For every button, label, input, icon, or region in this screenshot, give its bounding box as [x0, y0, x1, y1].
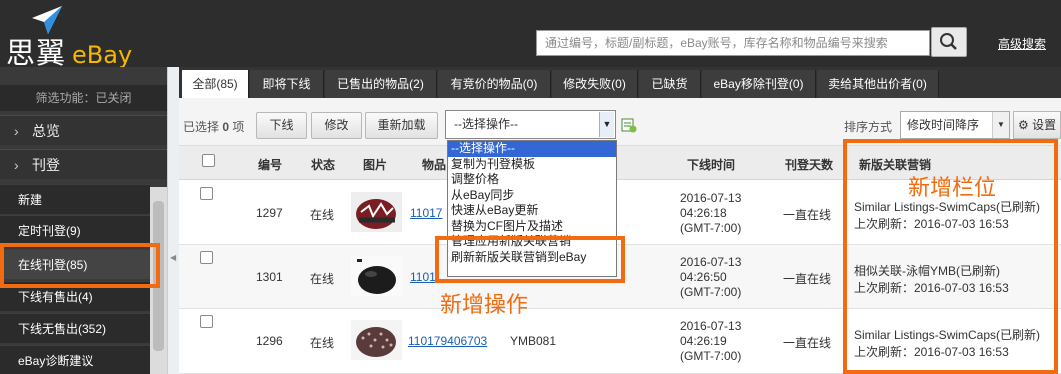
tab-ending-soon[interactable]: 即将下线	[250, 70, 324, 98]
row-checkbox[interactable]	[200, 315, 213, 328]
sidebar-group-label: 刊登	[32, 157, 60, 173]
gear-icon: ⚙	[1018, 118, 1029, 132]
operation-select[interactable]: --选择操作-- ▼	[445, 110, 616, 139]
row-status: 在线	[310, 336, 335, 350]
tab-all[interactable]: 全部(85)	[182, 70, 249, 98]
sidebar-item-offline-unsold[interactable]: 下线无售出(352)	[0, 313, 150, 343]
tab-with-bids[interactable]: 有竞价的物品(0)	[438, 70, 551, 98]
search-button[interactable]	[931, 27, 967, 57]
row-listing-days: 一直在线	[783, 208, 832, 222]
product-thumbnail[interactable]	[351, 256, 402, 296]
selected-number: 0	[222, 120, 230, 134]
brand-name: 思翼	[6, 36, 67, 70]
edit-button[interactable]: 修改	[311, 112, 362, 139]
tab-ebay-removed[interactable]: eBay移除刊登(0)	[702, 70, 816, 98]
row-offline-clock: 04:26:19	[680, 334, 727, 348]
brand-sub: eBay	[72, 41, 133, 69]
sidebar: 筛选功能：已关闭 › 总览 › 刊登 新建 定时刊登(9) 在线刊登(85) 下线有…	[0, 67, 167, 374]
offline-button[interactable]: 下线	[256, 112, 307, 139]
sidebar-item-ebay-diagnostics[interactable]: eBay诊断建议	[0, 345, 150, 374]
product-thumbnail[interactable]	[351, 192, 402, 232]
sidebar-item-new[interactable]: 新建	[0, 184, 150, 214]
row-checkbox[interactable]	[200, 251, 213, 264]
row-listing-days: 一直在线	[783, 336, 832, 350]
dropdown-option[interactable]: 复制为刊登模板	[448, 157, 616, 173]
col-item[interactable]: 物品	[422, 156, 446, 173]
dropdown-option[interactable]: 快速从eBay更新	[448, 203, 616, 219]
dropdown-option[interactable]: 调整价格	[448, 172, 616, 188]
search-icon	[940, 33, 957, 50]
sort-label: 排序方式	[844, 120, 893, 134]
row-status: 在线	[310, 208, 335, 222]
tab-sold[interactable]: 已售出的物品(2)	[325, 70, 437, 98]
select-all-checkbox[interactable]	[202, 154, 215, 167]
item-number-link[interactable]: 1101	[410, 270, 436, 284]
sidebar-group-listing[interactable]: › 刊登	[0, 149, 167, 179]
row-listing-days: 一直在线	[783, 272, 832, 286]
reload-button[interactable]: 重新加载	[365, 112, 438, 139]
row-checkbox[interactable]	[200, 187, 213, 200]
settings-label: 设置	[1032, 118, 1057, 132]
chevron-right-icon: ›	[14, 123, 19, 139]
search-input[interactable]: 通过编号，标题/副标题，eBay账号，库存名称和物品编号来搜索	[536, 30, 930, 56]
sort-select[interactable]: 修改时间降序 ▼	[900, 111, 1010, 139]
sidebar-item-scheduled[interactable]: 定时刊登(9)	[0, 215, 150, 245]
item-number-link[interactable]: 110179406703	[408, 334, 487, 348]
collapse-arrow-icon[interactable]: ◀	[170, 253, 177, 267]
row-offline-clock: 04:26:18	[680, 206, 727, 220]
row-offline-zone: (GMT-7:00)	[680, 349, 742, 363]
sidebar-splitter[interactable]: ◀	[167, 67, 179, 374]
row-offline-date: 2016-07-13	[680, 319, 742, 333]
filter-status[interactable]: 筛选功能：已关闭	[0, 85, 167, 111]
col-offline-time[interactable]: 下线时间	[687, 156, 735, 173]
dropdown-arrow-icon[interactable]: ▼	[599, 112, 614, 137]
settings-button[interactable]: ⚙ 设置	[1013, 111, 1061, 139]
row-offline-zone: (GMT-7:00)	[680, 221, 742, 235]
row-offline-clock: 04:26:50	[680, 270, 727, 284]
dropdown-option[interactable]: --选择操作--	[448, 141, 616, 157]
product-thumbnail[interactable]	[351, 320, 402, 360]
item-number-link[interactable]: 11017	[410, 206, 442, 220]
col-listing-days[interactable]: 刊登天数	[785, 156, 833, 173]
operation-select-value: --选择操作--	[454, 117, 518, 131]
row-status: 在线	[310, 272, 335, 286]
chevron-right-icon: ›	[14, 157, 19, 173]
row-sku: YMB081	[510, 334, 557, 348]
selected-count: 已选择 0 项	[183, 118, 244, 135]
row-id: 1297	[256, 206, 283, 220]
brand-logo[interactable]: 思翼 eBay	[6, 30, 132, 72]
tab-second-chance[interactable]: 卖给其他出价者(0)	[817, 70, 939, 98]
selected-prefix: 已选择	[183, 120, 220, 134]
sidebar-group-label: 总览	[32, 123, 60, 139]
annotation-new-column: 新增栏位	[908, 176, 997, 201]
tab-bar: 全部(85) 即将下线 已售出的物品(2) 有竞价的物品(0) 修改失败(0) …	[179, 67, 1061, 98]
dropdown-option[interactable]: 从eBay同步	[448, 188, 616, 204]
annotation-new-operation: 新增操作	[440, 293, 529, 318]
highlight-box-operations	[435, 236, 625, 283]
dropdown-option[interactable]: 替换为CF图片及描述	[448, 219, 616, 235]
advanced-search-link[interactable]: 高级搜索	[998, 35, 1046, 52]
tab-failed-edits[interactable]: 修改失败(0)	[552, 70, 638, 98]
sidebar-group-overview[interactable]: › 总览	[0, 115, 167, 145]
col-image: 图片	[363, 158, 388, 172]
row-id: 1296	[256, 334, 283, 348]
sort-select-value: 修改时间降序	[907, 118, 980, 132]
export-excel-icon[interactable]	[621, 117, 637, 133]
row-offline-date: 2016-07-13	[680, 255, 742, 269]
tab-out-of-stock[interactable]: 已缺货	[639, 70, 701, 98]
row-offline-date: 2016-07-13	[680, 191, 742, 205]
dropdown-arrow-icon[interactable]: ▼	[992, 112, 1009, 138]
col-id[interactable]: 编号	[258, 156, 282, 173]
selected-suffix: 项	[232, 120, 245, 134]
col-status[interactable]: 状态	[311, 156, 335, 173]
row-offline-zone: (GMT-7:00)	[680, 285, 742, 299]
highlight-box-sidebar	[0, 243, 160, 288]
row-id: 1301	[256, 270, 283, 284]
top-header: 思翼 eBay 通过编号，标题/副标题，eBay账号，库存名称和物品编号来搜索 高…	[0, 0, 1061, 70]
